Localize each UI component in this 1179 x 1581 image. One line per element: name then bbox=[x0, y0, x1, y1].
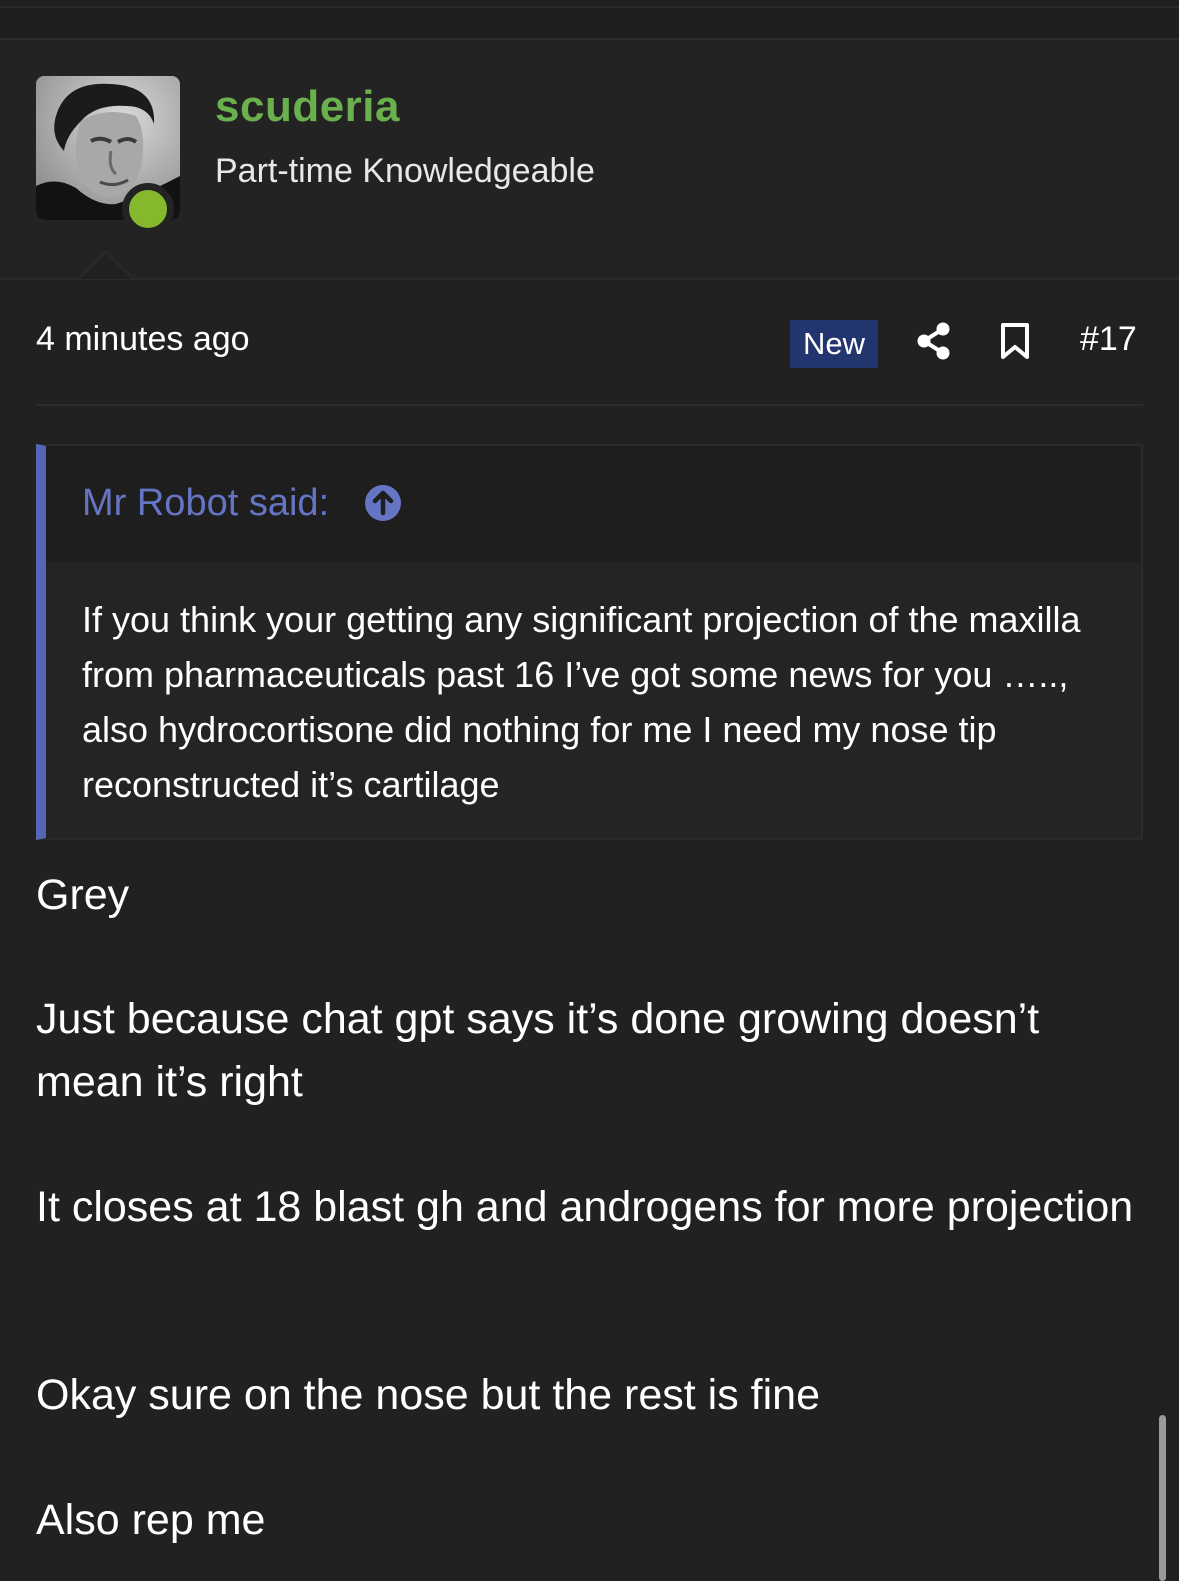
quote-author[interactable]: Mr Robot said: bbox=[82, 482, 329, 525]
post-paragraph: It closes at 18 blast gh and androgens f… bbox=[36, 1183, 1134, 1231]
scrollbar[interactable] bbox=[1159, 1415, 1166, 1581]
divider bbox=[36, 404, 1143, 406]
post-paragraph: Grey bbox=[36, 871, 130, 919]
user-title: Part-time Knowledgeable bbox=[215, 152, 595, 190]
username[interactable]: scuderia bbox=[215, 82, 400, 132]
post-timestamp[interactable]: 4 minutes ago bbox=[36, 320, 250, 359]
new-badge: New bbox=[790, 320, 878, 368]
online-status-indicator bbox=[122, 183, 174, 235]
quote-block: Mr Robot said: If you think your getting… bbox=[36, 444, 1143, 840]
post-paragraph: Also rep me bbox=[36, 1496, 266, 1544]
post-paragraph: Just because chat gpt says it’s done gro… bbox=[36, 995, 1040, 1106]
bookmark-icon[interactable] bbox=[1000, 322, 1030, 365]
top-strip bbox=[0, 0, 1179, 40]
share-icon[interactable] bbox=[917, 322, 951, 365]
arrow-up-circle-icon[interactable] bbox=[364, 484, 402, 527]
quote-text: If you think your getting any significan… bbox=[82, 599, 1081, 805]
post-paragraph: Okay sure on the nose but the rest is fi… bbox=[36, 1371, 820, 1419]
post-number[interactable]: #17 bbox=[1080, 320, 1137, 359]
